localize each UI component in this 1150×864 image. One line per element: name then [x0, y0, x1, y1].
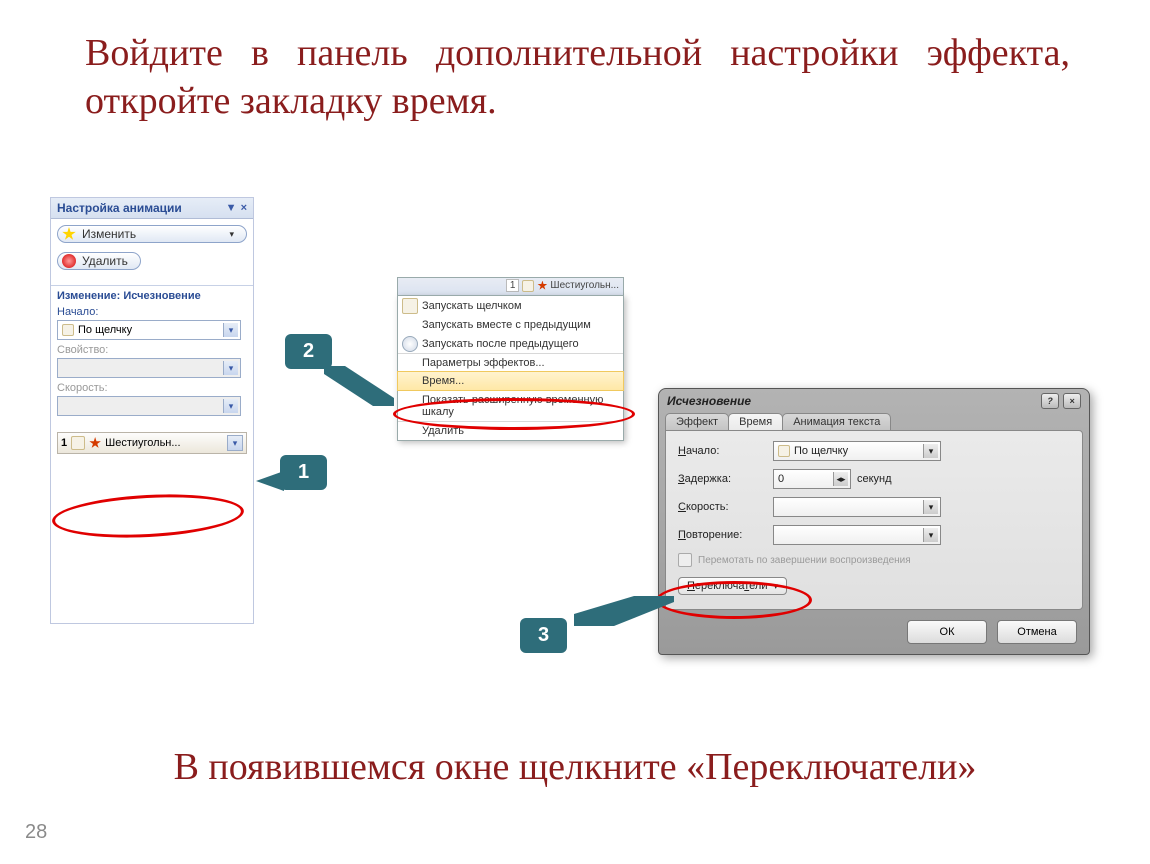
help-button[interactable]: ?: [1041, 393, 1059, 409]
mouse-icon: [71, 436, 85, 450]
context-menu-header: 1 Шестиугольн...: [397, 277, 624, 296]
close-icon[interactable]: ×: [241, 202, 247, 214]
delete-icon: [62, 254, 76, 268]
menu-timing[interactable]: Время...: [397, 371, 624, 391]
dropdown-icon[interactable]: ▼: [226, 202, 237, 214]
animation-list-item[interactable]: 1 Шестиугольн... ▾: [57, 432, 247, 454]
speed-combo: ▾: [57, 396, 241, 416]
dlg-start-value: По щелчку: [794, 445, 848, 457]
dlg-start-combo[interactable]: По щелчку ▾: [773, 441, 941, 461]
instruction-top: Войдите в панель дополнительной настройк…: [85, 30, 1070, 125]
mouse-icon: [402, 298, 418, 314]
tab-timing[interactable]: Время: [728, 413, 783, 430]
callout-3: 3: [520, 618, 567, 653]
menu-effect-options[interactable]: Параметры эффектов...: [398, 353, 623, 372]
checkbox-icon: [678, 553, 692, 567]
dlg-delay-spinner[interactable]: 0 ◂▸: [773, 469, 851, 489]
effect-star-icon: [537, 281, 547, 291]
change-effect-button[interactable]: Изменить ▾: [57, 225, 247, 243]
highlight-circle-2a: [393, 398, 635, 430]
mini-item-name: Шестиугольн...: [550, 280, 619, 291]
animation-pane-title-text: Настройка анимации: [57, 201, 182, 215]
dlg-delay-label: Задержка:: [678, 473, 773, 485]
delete-effect-button[interactable]: Удалить: [57, 252, 141, 270]
effect-star-icon: [89, 437, 101, 449]
property-combo: ▾: [57, 358, 241, 378]
callout-arrow-2: [324, 366, 394, 406]
slide-number: 28: [25, 821, 47, 844]
dlg-delay-value: 0: [778, 473, 784, 485]
cancel-button[interactable]: Отмена: [997, 620, 1077, 644]
callout-1: 1: [280, 455, 327, 490]
section-header: Изменение: Исчезновение: [57, 290, 247, 302]
menu-start-on-click[interactable]: Запускать щелчком: [398, 296, 623, 315]
dlg-repeat-combo[interactable]: ▾: [773, 525, 941, 545]
callout-2: 2: [285, 334, 332, 369]
start-combo[interactable]: По щелчку ▾: [57, 320, 241, 340]
menu-start-after-prev[interactable]: Запускать после предыдущего: [398, 334, 623, 353]
chevron-down-icon: ▾: [923, 444, 938, 458]
tab-text-anim[interactable]: Анимация текста: [782, 413, 891, 430]
speed-label: Скорость:: [57, 382, 247, 394]
mouse-icon: [62, 324, 74, 336]
tab-effect[interactable]: Эффект: [665, 413, 729, 430]
item-name: Шестиугольн...: [105, 437, 180, 449]
start-label: Начало:: [57, 306, 247, 318]
dlg-rewind-checkbox[interactable]: Перемотать по завершении воспроизведения: [678, 553, 1070, 567]
mouse-icon: [522, 280, 534, 292]
mouse-icon: [778, 445, 790, 457]
change-effect-label: Изменить: [82, 227, 136, 241]
spinner-icon: ◂▸: [833, 472, 848, 486]
dialog-title: Исчезновение: [667, 394, 751, 408]
dlg-delay-unit: секунд: [857, 473, 892, 485]
dlg-speed-label: Скорость:: [678, 501, 773, 513]
start-value: По щелчку: [78, 324, 132, 336]
property-label: Свойство:: [57, 344, 247, 356]
mini-index: 1: [506, 279, 520, 292]
dlg-repeat-label: Повторение:: [678, 529, 773, 541]
ok-button[interactable]: ОК: [907, 620, 987, 644]
clock-icon: [402, 336, 418, 352]
delete-effect-label: Удалить: [82, 254, 128, 268]
instruction-bottom: В появившемся окне щелкните «Переключате…: [60, 744, 1090, 792]
dlg-speed-combo[interactable]: ▾: [773, 497, 941, 517]
animation-pane-title: Настройка анимации ▼ ×: [51, 198, 253, 219]
close-button[interactable]: ×: [1063, 393, 1081, 409]
animation-pane: Настройка анимации ▼ × Изменить ▾ Удалить…: [50, 197, 254, 624]
item-index: 1: [61, 437, 67, 449]
menu-start-with-prev[interactable]: Запускать вместе с предыдущим: [398, 315, 623, 334]
dlg-start-label: Начало:: [678, 445, 773, 457]
highlight-circle-3: [656, 581, 812, 619]
item-dropdown-icon[interactable]: ▾: [227, 435, 243, 451]
dlg-rewind-label: Перемотать по завершении воспроизведения: [698, 555, 911, 566]
chevron-down-icon: ▾: [223, 323, 238, 337]
star-icon: [62, 227, 76, 241]
